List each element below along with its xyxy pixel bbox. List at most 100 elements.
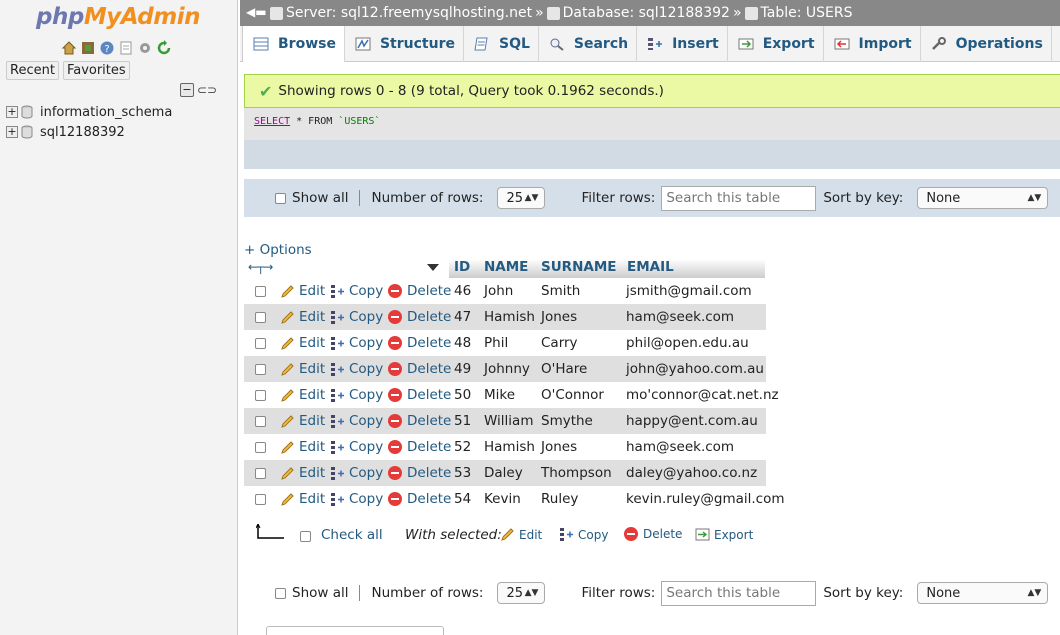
cell-email[interactable]: john@yahoo.com.au [626, 361, 764, 377]
cell-id[interactable]: 47 [454, 309, 471, 325]
db-item-sql12188392[interactable]: + sql12188392 [6, 122, 172, 142]
db-item-information-schema[interactable]: + information_schema [6, 102, 172, 122]
cell-email[interactable]: kevin.ruley@gmail.com [626, 491, 785, 507]
settings-icon[interactable] [137, 40, 153, 56]
copy-link[interactable]: Copy [330, 361, 383, 377]
breadcrumb-server[interactable]: Server: sql12.freemysqlhosting.net [270, 5, 532, 21]
link-with-main-icon[interactable]: ⊂⊃ [197, 83, 217, 97]
cell-name[interactable]: Johnny [484, 361, 530, 377]
cell-id[interactable]: 46 [454, 283, 471, 299]
cell-surname[interactable]: O'Hare [541, 361, 587, 377]
edit-link[interactable]: Edit [280, 361, 325, 377]
column-surname[interactable]: SURNAME [536, 259, 622, 278]
copy-link[interactable]: Copy [330, 439, 383, 455]
row-checkbox[interactable] [255, 364, 266, 375]
row-checkbox[interactable] [255, 390, 266, 401]
delete-link[interactable]: Delete [388, 439, 451, 455]
logout-icon[interactable] [80, 40, 96, 56]
cell-surname[interactable]: Jones [541, 439, 577, 455]
cell-email[interactable]: mo'connor@cat.net.nz [626, 387, 779, 403]
help-icon[interactable]: ? [99, 40, 115, 56]
cell-surname[interactable]: Carry [541, 335, 578, 351]
edit-link[interactable]: Edit [280, 387, 325, 403]
cell-name[interactable]: Phil [484, 335, 508, 351]
delete-link[interactable]: Delete [388, 283, 451, 299]
number-of-rows-select[interactable]: 25 ▲▼ [497, 187, 546, 209]
delete-link[interactable]: Delete [388, 413, 451, 429]
row-checkbox[interactable] [255, 338, 266, 349]
sort-dropdown-icon[interactable] [427, 264, 439, 271]
cell-email[interactable]: jsmith@gmail.com [626, 283, 752, 299]
cell-surname[interactable]: O'Connor [541, 387, 604, 403]
row-checkbox[interactable] [255, 286, 266, 297]
with-selected-edit[interactable]: Edit [500, 527, 542, 542]
copy-link[interactable]: Copy [330, 335, 383, 351]
column-name[interactable]: NAME [479, 259, 536, 278]
cell-surname[interactable]: Smythe [541, 413, 593, 429]
cell-name[interactable]: Mike [484, 387, 515, 403]
cell-name[interactable]: John [484, 283, 513, 299]
edit-link[interactable]: Edit [280, 309, 325, 325]
delete-link[interactable]: Delete [388, 361, 451, 377]
sql-query[interactable]: SELECT * FROM `USERS` [254, 116, 380, 127]
column-email[interactable]: EMAIL [622, 259, 762, 278]
cell-email[interactable]: ham@seek.com [626, 439, 734, 455]
check-all-checkbox[interactable] [300, 531, 311, 542]
phpmyadmin-logo[interactable]: phpMyAdmin [36, 4, 200, 30]
cell-id[interactable]: 54 [454, 491, 471, 507]
copy-link[interactable]: Copy [330, 413, 383, 429]
edit-link[interactable]: Edit [280, 283, 325, 299]
db-name[interactable]: information_schema [40, 105, 172, 120]
delete-link[interactable]: Delete [388, 387, 451, 403]
edit-link[interactable]: Edit [280, 439, 325, 455]
cell-id[interactable]: 53 [454, 465, 471, 481]
check-all-link[interactable]: Check all [321, 527, 383, 543]
delete-link[interactable]: Delete [388, 491, 451, 507]
tab-search[interactable]: Search [539, 26, 638, 62]
edit-link[interactable]: Edit [280, 465, 325, 481]
reload-icon[interactable] [156, 40, 172, 56]
row-checkbox[interactable] [255, 468, 266, 479]
with-selected-copy[interactable]: Copy [559, 527, 608, 542]
docs-icon[interactable] [118, 40, 134, 56]
with-selected-delete[interactable]: Delete [624, 527, 682, 541]
cell-id[interactable]: 52 [454, 439, 471, 455]
cell-email[interactable]: daley@yahoo.co.nz [626, 465, 757, 481]
sort-by-key-select[interactable]: None ▲▼ [917, 582, 1049, 604]
edit-link[interactable]: Edit [280, 491, 325, 507]
sort-by-key-select[interactable]: None ▲▼ [917, 187, 1049, 209]
cell-email[interactable]: phil@open.edu.au [626, 335, 749, 351]
cell-name[interactable]: Hamish [484, 309, 535, 325]
cell-name[interactable]: Daley [484, 465, 523, 481]
cell-id[interactable]: 50 [454, 387, 471, 403]
tab-browse[interactable]: Browse [242, 26, 345, 62]
tab-insert[interactable]: Insert [637, 26, 728, 62]
cell-email[interactable]: happy@ent.com.au [626, 413, 758, 429]
delete-link[interactable]: Delete [388, 309, 451, 325]
column-id[interactable]: ID [449, 259, 479, 278]
breadcrumb-table[interactable]: Table: USERS [744, 5, 852, 21]
edit-link[interactable]: Edit [280, 335, 325, 351]
cell-id[interactable]: 49 [454, 361, 471, 377]
copy-link[interactable]: Copy [330, 387, 383, 403]
cell-surname[interactable]: Thompson [541, 465, 612, 481]
cell-id[interactable]: 51 [454, 413, 471, 429]
row-checkbox[interactable] [255, 312, 266, 323]
delete-link[interactable]: Delete [388, 465, 451, 481]
row-checkbox[interactable] [255, 442, 266, 453]
expand-icon[interactable]: + [6, 126, 18, 138]
tab-sql[interactable]: SQL [464, 26, 539, 62]
filter-rows-input[interactable]: Search this table [661, 185, 817, 211]
copy-link[interactable]: Copy [330, 491, 383, 507]
options-toggle[interactable]: + Options [244, 242, 312, 258]
favorites-tab[interactable]: Favorites [62, 61, 130, 80]
tab-operations[interactable]: Operations [921, 26, 1052, 62]
filter-rows-input[interactable]: Search this table [661, 580, 817, 606]
cell-surname[interactable]: Ruley [541, 491, 578, 507]
breadcrumb-database[interactable]: Database: sql12188392 [546, 5, 730, 21]
home-icon[interactable] [61, 40, 77, 56]
collapse-nav-icon[interactable]: ◀▬ [246, 5, 267, 19]
recent-tab[interactable]: Recent [6, 61, 59, 80]
show-all-checkbox[interactable] [275, 192, 286, 204]
with-selected-export[interactable]: Export [695, 527, 753, 542]
